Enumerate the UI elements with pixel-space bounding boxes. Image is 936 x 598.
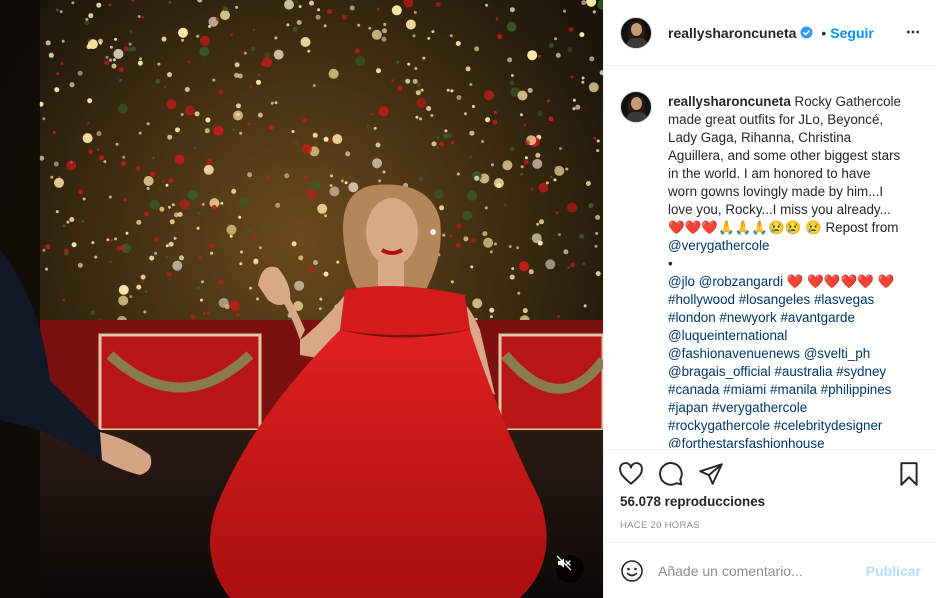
caption-dot: • bbox=[668, 256, 673, 271]
mention-link[interactable]: @robzangardi bbox=[699, 274, 783, 289]
author-username[interactable]: reallysharoncuneta bbox=[668, 25, 796, 41]
heart-icon[interactable] bbox=[618, 461, 644, 492]
caption-text: reallysharoncuneta Rocky Gathercole made… bbox=[668, 93, 903, 448]
mute-toggle-button[interactable] bbox=[556, 555, 584, 583]
mention-link[interactable]: @forthestarsfashionhouse bbox=[668, 436, 825, 448]
hashtag-link[interactable]: #australia bbox=[774, 364, 832, 379]
hashtag-link[interactable]: #newyork bbox=[719, 310, 776, 325]
views-count[interactable]: 56.078 reproducciones bbox=[620, 494, 765, 509]
mention-link[interactable]: @luqueinternational bbox=[668, 328, 787, 343]
repost-mention[interactable]: @verygathercole bbox=[668, 238, 769, 253]
comment-form: Publicar bbox=[604, 542, 936, 598]
hashtag-link[interactable]: #celebritydesigner bbox=[774, 418, 883, 433]
hashtag-link[interactable]: #japan bbox=[668, 400, 708, 415]
hashtag-link[interactable]: #avantgarde bbox=[780, 310, 854, 325]
post-header: reallysharoncuneta • Seguir bbox=[604, 0, 936, 66]
video-frame-illustration bbox=[0, 0, 603, 598]
hashtag-link[interactable]: #canada bbox=[668, 382, 719, 397]
caption-body: Rocky Gathercole made great outfits for … bbox=[668, 94, 905, 235]
separator-dot: • bbox=[821, 24, 827, 41]
comment-icon[interactable] bbox=[658, 461, 684, 492]
post-detail-panel: reallysharoncuneta • Seguir reallysharon… bbox=[603, 0, 936, 598]
muted-speaker-icon bbox=[556, 555, 572, 571]
hashtag-link[interactable]: #london bbox=[668, 310, 716, 325]
hashtag-link[interactable]: #losangeles bbox=[739, 292, 810, 307]
hashtag-link[interactable]: #philippines bbox=[821, 382, 892, 397]
bookmark-icon[interactable] bbox=[896, 461, 922, 492]
post-video[interactable] bbox=[0, 0, 603, 598]
hashtag-link[interactable]: #hollywood bbox=[668, 292, 735, 307]
mentions-line: @jlo @robzangardi bbox=[668, 274, 783, 289]
caption: reallysharoncuneta Rocky Gathercole made… bbox=[620, 91, 921, 448]
hashtag-link[interactable]: #lasvegas bbox=[814, 292, 874, 307]
verified-badge-icon bbox=[800, 26, 813, 39]
action-bar bbox=[604, 449, 936, 497]
hearts-line: ❤️ ❤️❤️❤️❤️ ❤️ bbox=[783, 274, 898, 289]
avatar[interactable] bbox=[620, 16, 652, 49]
hashtag-link[interactable]: #rockygathercole bbox=[668, 418, 770, 433]
hashtag-link[interactable]: #verygathercole bbox=[712, 400, 807, 415]
hashtag-link[interactable]: #sydney bbox=[836, 364, 886, 379]
comment-input[interactable] bbox=[658, 559, 858, 583]
hashtag-link[interactable]: #manila bbox=[770, 382, 817, 397]
comments-section[interactable]: reallysharoncuneta Rocky Gathercole made… bbox=[604, 67, 936, 448]
mention-link[interactable]: @bragais_official bbox=[668, 364, 771, 379]
emoji-icon[interactable] bbox=[620, 559, 644, 588]
hashtag-link[interactable]: #miami bbox=[723, 382, 766, 397]
mention-link[interactable]: @jlo bbox=[668, 274, 695, 289]
more-options-icon[interactable] bbox=[905, 24, 921, 45]
mention-link[interactable]: @svelti_ph bbox=[804, 346, 870, 361]
share-icon[interactable] bbox=[698, 461, 724, 492]
mention-link[interactable]: @fashionavenuenews bbox=[668, 346, 800, 361]
follow-button[interactable]: Seguir bbox=[830, 25, 874, 41]
caption-username[interactable]: reallysharoncuneta bbox=[668, 94, 791, 109]
hashtag-list: #hollywood #losangeles #lasvegas #london… bbox=[668, 292, 895, 448]
post-timestamp[interactable]: HACE 20 HORAS bbox=[620, 520, 700, 531]
caption-avatar[interactable] bbox=[620, 91, 652, 123]
publish-button[interactable]: Publicar bbox=[866, 563, 921, 579]
